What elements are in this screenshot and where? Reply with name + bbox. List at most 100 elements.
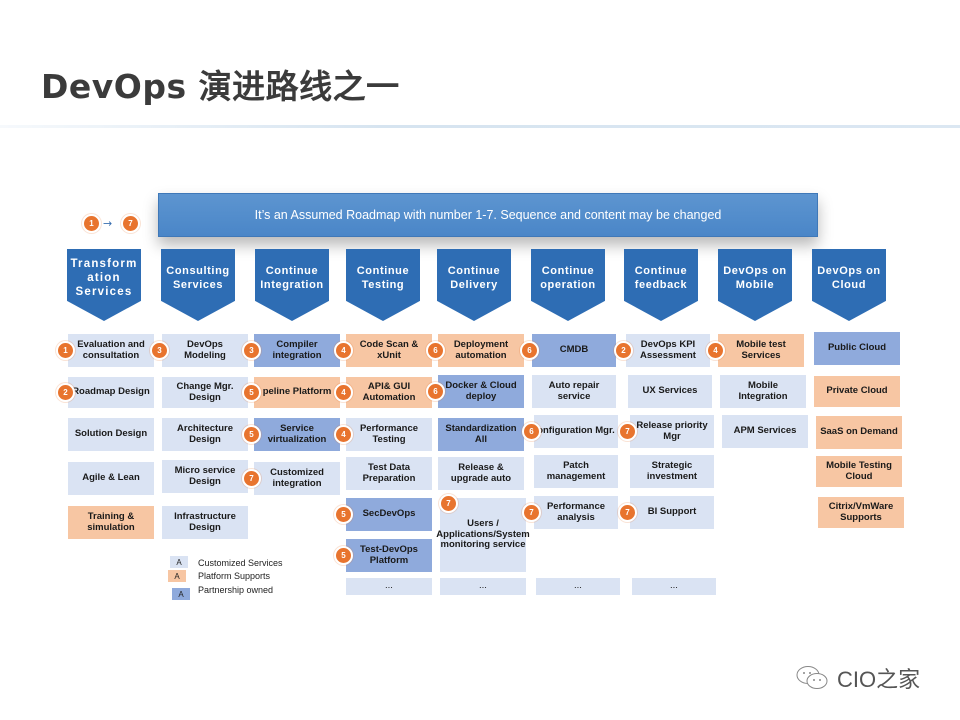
roadmap-item: Micro service Design <box>162 460 248 493</box>
roadmap-item: APM Services <box>722 415 808 448</box>
roadmap-item: Mobile test Services <box>718 334 804 367</box>
roadmap-item: Compiler integration <box>254 334 340 367</box>
roadmap-banner: It’s an Assumed Roadmap with number 1-7.… <box>158 193 818 237</box>
roadmap-item: DevOps KPI Assessment <box>626 334 710 367</box>
sequence-badge: 7 <box>618 421 637 441</box>
roadmap-item: Performance Testing <box>346 418 432 451</box>
roadmap-item-label: Test-DevOps Platform <box>360 544 418 566</box>
roadmap-item-label: Deployment automation <box>453 339 509 361</box>
roadmap-item-label: DevOps KPI Assessment <box>640 339 696 361</box>
sequence-badge: 3 <box>242 340 261 360</box>
sequence-badge: 6 <box>426 340 445 360</box>
sequence-badge: 5 <box>242 424 261 444</box>
column-header-8: DevOps on Mobile <box>718 249 792 321</box>
sequence-badge: 2 <box>614 340 633 360</box>
roadmap-item-label: Mobile test Services <box>736 339 786 361</box>
column-header-3: Continue Integration <box>255 249 329 321</box>
roadmap-item: Agile & Lean <box>68 462 154 495</box>
roadmap-item-label: API& GUI Automation <box>362 381 416 403</box>
roadmap-item-label: Citrix/VmWare Supports <box>828 501 894 523</box>
roadmap-item-label: Agile & Lean <box>82 472 140 484</box>
sequence-badge: 4 <box>334 340 353 360</box>
roadmap-item: Mobile Testing Cloud <box>816 456 902 487</box>
sequence-badge: 7 <box>242 468 261 488</box>
roadmap-item-label: Micro service Design <box>174 465 236 487</box>
roadmap-item: Code Scan & xUnit <box>346 334 432 367</box>
roadmap-item-label: Release & upgrade auto <box>450 462 512 484</box>
roadmap-item-label: ... <box>670 580 678 592</box>
roadmap-item-label: Mobile Testing Cloud <box>826 460 892 482</box>
roadmap-item: Deployment automation <box>438 334 524 367</box>
wechat-logo: CIO之家 <box>795 662 920 694</box>
roadmap-item-label: Code Scan & xUnit <box>359 339 419 361</box>
roadmap-item-label: Test Data Preparation <box>362 462 416 484</box>
roadmap-item-label: CMDB <box>559 344 589 356</box>
column-header-1: Transform ation Services <box>67 249 141 321</box>
roadmap-item: Citrix/VmWare Supports <box>818 497 904 528</box>
roadmap-item: Strategic investment <box>630 455 714 488</box>
roadmap-item: Release & upgrade auto <box>438 457 524 490</box>
roadmap-item: Solution Design <box>68 418 154 451</box>
roadmap-item-label: DevOps Modeling <box>184 339 226 361</box>
roadmap-item: Infrastructure Design <box>162 506 248 539</box>
page-title: DevOps 演进路线之一 <box>41 67 400 106</box>
roadmap-item-label: UX Services <box>642 385 698 397</box>
roadmap-item: Private Cloud <box>814 376 900 407</box>
roadmap-item-label: BI Support <box>647 506 697 518</box>
roadmap-item-label: SecDevOps <box>362 508 416 520</box>
sequence-badge: 4 <box>334 382 353 402</box>
roadmap-item: Roadmap Design <box>68 377 154 408</box>
roadmap-item: Service virtualization <box>254 418 340 451</box>
wechat-icon <box>796 666 828 689</box>
roadmap-item: Test Data Preparation <box>346 457 432 490</box>
roadmap-item-label: Strategic investment <box>646 460 698 482</box>
roadmap-item-label: Release priority Mgr <box>636 420 708 442</box>
sequence-badge: 7 <box>618 502 637 522</box>
roadmap-item: Docker & Cloud deploy <box>438 375 524 408</box>
roadmap-item-label: ... <box>479 580 487 592</box>
sequence-badge: 7 <box>439 494 458 513</box>
column-header-4: Continue Testing <box>346 249 420 321</box>
roadmap-item: Test-DevOps Platform <box>346 539 432 572</box>
roadmap-item-label: Infrastructure Design <box>174 511 236 533</box>
legend-label-partnership: Partnership owned <box>198 585 274 595</box>
column-header-5: Continue Delivery <box>437 249 511 321</box>
roadmap-item: Public Cloud <box>814 332 900 365</box>
sequence-badge: 7 <box>522 502 541 522</box>
roadmap-item: ... <box>632 578 716 595</box>
roadmap-item: ... <box>440 578 526 595</box>
roadmap-item-label: Solution Design <box>74 428 148 440</box>
roadmap-item-label: Architecture Design <box>177 423 233 445</box>
roadmap-item: Mobile Integration <box>720 375 806 408</box>
roadmap-item: Standardization All <box>438 418 524 451</box>
sequence-badge: 6 <box>522 421 541 441</box>
roadmap-item-label: ... <box>574 580 582 592</box>
roadmap-item: Training & simulation <box>68 506 154 539</box>
roadmap-item: Evaluation and consultation <box>68 334 154 367</box>
logo-text: CIO之家 <box>837 667 921 692</box>
roadmap-item: BI Support <box>630 496 714 529</box>
roadmap-item-label: Change Mgr. Design <box>176 381 234 403</box>
roadmap-item: SecDevOps <box>346 498 432 531</box>
roadmap-item-label: Service virtualization <box>267 423 327 445</box>
sequence-badge: 2 <box>56 382 75 402</box>
column-header-7: Continue feedback <box>624 249 698 321</box>
roadmap-item: Auto repair service <box>532 375 616 408</box>
sequence-badge: 4 <box>334 424 353 444</box>
legend-label-platform: Platform Supports <box>198 571 271 581</box>
roadmap-item-label: Auto repair service <box>548 380 600 402</box>
roadmap-item: API& GUI Automation <box>346 377 432 408</box>
roadmap-item: Release priority Mgr <box>630 415 714 448</box>
roadmap-item-label: Performance analysis <box>546 501 606 523</box>
roadmap-item: CMDB <box>532 334 616 367</box>
roadmap-item: ... <box>346 578 432 595</box>
roadmap-item-label: Training & simulation <box>87 511 135 533</box>
roadmap-item-label: onfiguration Mgr. <box>537 425 615 437</box>
column-header-9: DevOps on Cloud <box>812 249 886 321</box>
sequence-badge: 6 <box>520 340 539 360</box>
roadmap-item: peline Platform <box>254 377 340 408</box>
roadmap-item: Patch management <box>534 455 618 488</box>
column-header-2: Consulting Services <box>161 249 235 321</box>
arrow-right-icon: → <box>103 217 113 230</box>
sequence-end-badge: 7 <box>121 214 140 233</box>
